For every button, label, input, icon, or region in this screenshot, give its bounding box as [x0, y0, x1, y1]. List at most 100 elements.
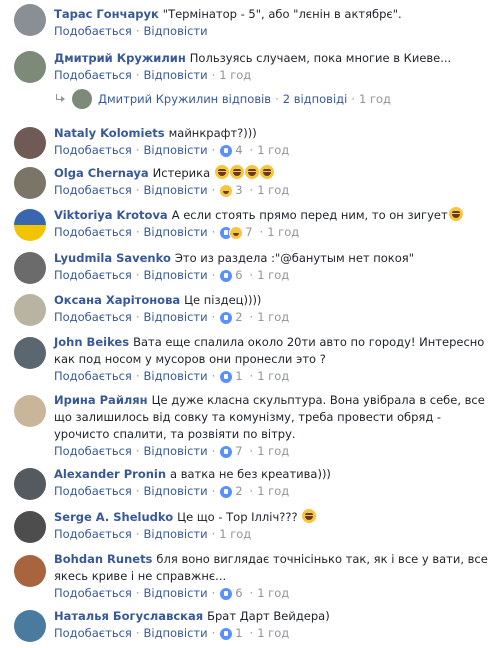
like-reaction-icon — [219, 484, 234, 499]
reaction-summary[interactable]: 1 — [219, 368, 243, 385]
comment-author[interactable]: Alexander Pronin — [54, 467, 166, 481]
reply-link[interactable]: Відповісти — [144, 309, 208, 326]
reply-link[interactable]: Відповісти — [144, 585, 208, 602]
reaction-summary[interactable]: 2 — [219, 309, 243, 326]
reaction-summary[interactable]: 6 — [219, 585, 243, 602]
reaction-summary[interactable]: 1 — [219, 625, 243, 642]
comment-time[interactable]: 1 год — [257, 368, 289, 385]
avatar[interactable] — [14, 511, 46, 543]
avatar[interactable] — [14, 468, 46, 500]
like-link[interactable]: Подобається — [54, 224, 132, 241]
comment-time[interactable]: 1 год — [257, 443, 289, 460]
comment-item: Оксана Харітонова Це пiздец)))) Подобаєть… — [0, 291, 500, 331]
reply-link[interactable]: Відповісти — [144, 483, 208, 500]
avatar[interactable] — [14, 127, 46, 159]
laughing-emoji-icon — [229, 165, 244, 179]
reaction-summary[interactable]: 3 — [219, 182, 243, 199]
comment-author[interactable]: Nataly Kolomiets — [54, 126, 165, 140]
like-reaction-icon — [219, 143, 234, 158]
comment-author[interactable]: John Beikes — [54, 335, 129, 349]
like-link[interactable]: Подобається — [54, 483, 132, 500]
comment-author[interactable]: Viktoriya Krotova — [54, 208, 168, 222]
avatar[interactable] — [14, 610, 46, 642]
comment-author[interactable]: Bohdan Runets — [54, 552, 152, 566]
like-link[interactable]: Подобається — [54, 142, 132, 159]
comment-author[interactable]: Serge A. Sheludko — [54, 510, 173, 524]
like-link[interactable]: Подобається — [54, 368, 132, 385]
like-link[interactable]: Подобається — [54, 23, 132, 40]
reaction-summary[interactable]: 2 — [219, 483, 243, 500]
avatar[interactable] — [14, 51, 46, 83]
avatar[interactable] — [14, 395, 46, 427]
reaction-summary[interactable]: 7 — [219, 443, 243, 460]
comment-author[interactable]: Olga Chernaya — [54, 166, 149, 180]
like-link[interactable]: Подобається — [54, 67, 132, 84]
haha-reaction-icon — [219, 183, 234, 198]
reply-link[interactable]: Відповісти — [144, 267, 208, 284]
reply-count: 2 відповіді — [282, 92, 348, 106]
like-link[interactable]: Подобається — [54, 309, 132, 326]
avatar[interactable] — [14, 252, 46, 284]
reply-link[interactable]: Відповісти — [144, 23, 208, 40]
reaction-summary[interactable]: 6 — [219, 267, 243, 284]
comment-item: Bohdan Runets бля воно виглядає точнісінь… — [0, 550, 500, 606]
like-reaction-icon — [219, 626, 234, 641]
like-link[interactable]: Подобається — [54, 585, 132, 602]
laughing-emoji-icon — [214, 165, 229, 179]
view-replies-link[interactable]: Дмитрий Кружилин відповів · 2 відповіді … — [54, 89, 391, 109]
like-link[interactable]: Подобається — [54, 625, 132, 642]
comment-time[interactable]: 1 год — [257, 483, 289, 500]
avatar[interactable] — [14, 337, 46, 369]
reply-link[interactable]: Відповісти — [144, 182, 208, 199]
reply-link[interactable]: Відповісти — [144, 224, 208, 241]
comment-text: майнкрафт?))) — [168, 126, 257, 140]
comment-text: Брат Дарт Вейдера) — [207, 609, 330, 623]
like-link[interactable]: Подобається — [54, 267, 132, 284]
laughing-emoji-icon — [302, 509, 317, 523]
comment-author[interactable]: Наталья Богуславская — [54, 609, 203, 623]
comment-item: Наталья Богуславская Брат Дарт Вейдера) П… — [0, 607, 500, 647]
comment-author[interactable]: Ирина Райлян — [54, 393, 148, 407]
comment-author[interactable]: Оксана Харітонова — [54, 293, 180, 307]
avatar — [72, 89, 92, 109]
avatar[interactable] — [14, 4, 46, 36]
like-link[interactable]: Подобається — [54, 443, 132, 460]
reply-verb: відповів — [221, 92, 272, 106]
reaction-summary[interactable]: 7 — [219, 224, 253, 241]
comment-text: Истерика — [152, 166, 211, 180]
reply-link[interactable]: Відповісти — [144, 625, 208, 642]
like-link[interactable]: Подобається — [54, 526, 132, 543]
reply-link[interactable]: Відповісти — [144, 368, 208, 385]
laughing-emoji-icon — [244, 165, 259, 179]
comment-time[interactable]: 1 год — [257, 142, 289, 159]
comment-text: Це пiздец)))) — [184, 293, 262, 307]
avatar[interactable] — [14, 167, 46, 199]
comment-text: "Термінатор - 5", або "лєнін в актябрє". — [162, 7, 402, 21]
comment-time[interactable]: 1 год — [219, 67, 251, 84]
comment-time[interactable]: 1 год — [257, 267, 289, 284]
comment-time[interactable]: 1 год — [257, 182, 289, 199]
reply-time: 1 год — [358, 92, 391, 106]
comment-time[interactable]: 1 год — [219, 526, 251, 543]
like-reaction-icon — [219, 444, 234, 459]
like-reaction-icon — [219, 369, 234, 384]
comment-time[interactable]: 1 год — [257, 625, 289, 642]
comment-author[interactable]: Тарас Гончарук — [54, 7, 159, 21]
comment-time[interactable]: 1 год — [267, 224, 299, 241]
comment-author[interactable]: Lyudmila Savenko — [54, 251, 171, 265]
avatar[interactable] — [14, 555, 46, 587]
reaction-summary[interactable]: 4 — [219, 142, 243, 159]
comment-item: Lyudmila Savenko Это из раздела :"@бануты… — [0, 249, 500, 289]
reply-link[interactable]: Відповісти — [144, 526, 208, 543]
reply-link[interactable]: Відповісти — [144, 443, 208, 460]
comment-item: Nataly Kolomiets майнкрафт?))) Подобаєтьс… — [0, 124, 500, 164]
reply-link[interactable]: Відповісти — [144, 67, 208, 84]
comment-time[interactable]: 1 год — [257, 309, 289, 326]
like-link[interactable]: Подобається — [54, 182, 132, 199]
comment-author[interactable]: Дмитрий Кружилин — [54, 51, 186, 65]
comment-time[interactable]: 1 год — [257, 585, 289, 602]
avatar[interactable] — [14, 294, 46, 326]
reply-link[interactable]: Відповісти — [144, 142, 208, 159]
comment-text: Пользуясь случаем, пока многие в Киеве..… — [189, 51, 452, 65]
avatar[interactable] — [14, 209, 46, 241]
